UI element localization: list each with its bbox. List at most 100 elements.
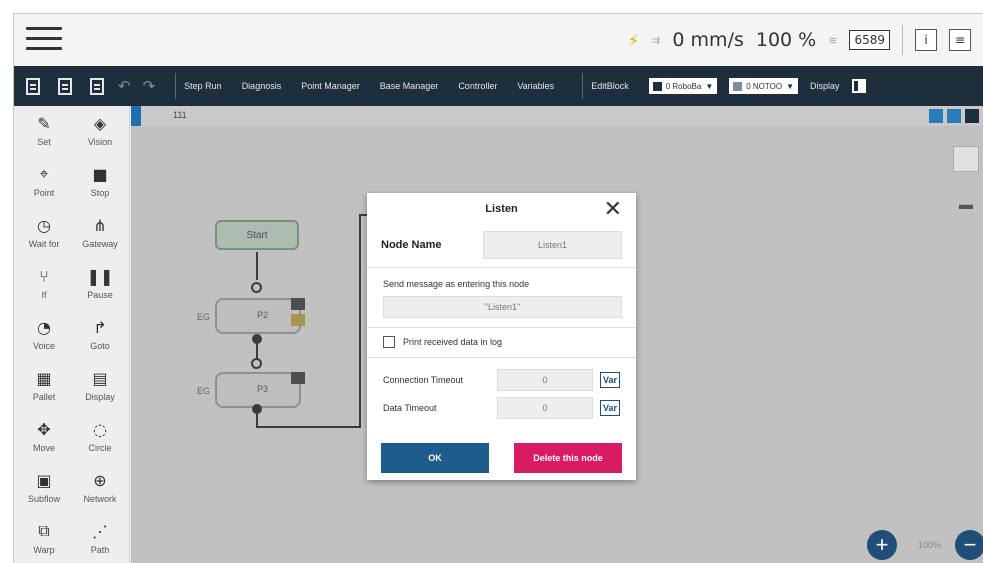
palette-item-move[interactable]: ✥ Move [20, 418, 68, 462]
robot-base-select[interactable]: 0 RoboBa ▼ [648, 78, 718, 94]
toolbar-diagnosis[interactable]: Diagnosis [242, 81, 282, 91]
undo-icon[interactable]: ↶ [118, 77, 131, 95]
signal-icon: ≋ [828, 33, 838, 47]
send-message-input[interactable]: "Listen1" [383, 296, 622, 318]
minimap-icon[interactable]: ▬ [953, 196, 979, 222]
panel-toggle-icon[interactable] [953, 146, 979, 172]
redo-icon[interactable]: ↷ [143, 77, 156, 95]
palette-item-stop[interactable]: ■ Stop [76, 163, 124, 207]
palette-item-label: Point [33, 188, 55, 198]
palette-item-point[interactable]: ⌖ Point [20, 163, 68, 207]
toolbar-controller[interactable]: Controller [458, 81, 497, 91]
palette-item-label: Wait for [28, 239, 60, 249]
vision-icon: ◈ [93, 113, 107, 133]
palette-item-label: If [41, 290, 47, 300]
palette-item-circle[interactable]: ◌ Circle [76, 418, 124, 462]
palette-item-display[interactable]: ▤ Display [76, 367, 124, 411]
toolbar-editblock[interactable]: EditBlock [591, 81, 629, 91]
palette-item-label: Circle [88, 443, 112, 453]
if-icon: ⑂ [39, 266, 49, 286]
tool-select[interactable]: 0 NOTOO ▼ [729, 78, 799, 94]
connection-timeout-label: Connection Timeout [383, 375, 464, 385]
delete-node-button[interactable]: Delete this node [514, 443, 622, 473]
dialog-divider [367, 267, 636, 268]
voice-icon: ◔ [37, 317, 51, 337]
speed-icon: ⇉ [651, 33, 661, 47]
palette-item-network[interactable]: ⊕ Network [76, 469, 124, 513]
connection-timeout-var-button[interactable]: Var [600, 372, 620, 388]
speed-percent: 100 % [755, 29, 817, 51]
status-bar: ⚡ ⇉ 0 mm/s 100 % ≋ 6589 i ≡ [14, 14, 983, 66]
save-file-icon[interactable] [86, 75, 108, 97]
ok-button[interactable]: OK [381, 443, 489, 473]
toolbar: ↶ ↷ Step Run Diagnosis Point Manager Bas… [14, 66, 983, 106]
palette-item-warp[interactable]: ⧉ Warp [20, 520, 68, 563]
palette-item-if[interactable]: ⑂ If [20, 265, 68, 309]
tab-controls [929, 109, 979, 123]
palette-item-label: Path [90, 545, 110, 555]
data-timeout-var-button[interactable]: Var [600, 400, 620, 416]
palette-item-label: Vision [87, 137, 113, 147]
chevron-down-icon: ▼ [786, 81, 795, 91]
toolbar-base-manager[interactable]: Base Manager [380, 81, 439, 91]
point-icon: ⌖ [39, 164, 49, 183]
robot-arm-icon: ⚡ [627, 30, 640, 50]
palette-item-pause[interactable]: ❚❚ Pause [76, 265, 124, 309]
node-name-input[interactable]: Listen1 [483, 231, 622, 259]
toolbar-divider [175, 73, 177, 99]
node-name-label: Node Name [381, 239, 442, 251]
zoom-out-icon[interactable]: − [955, 530, 983, 560]
toolbar-variables[interactable]: Variables [517, 81, 554, 91]
app-window: ⚡ ⇉ 0 mm/s 100 % ≋ 6589 i ≡ ↶ ↷ Step Run… [13, 13, 983, 563]
palette-item-label: Goto [90, 341, 110, 351]
palette-item-wait-for[interactable]: ◷ Wait for [20, 214, 68, 258]
clock-icon: ◷ [37, 215, 51, 235]
open-file-icon[interactable] [54, 75, 76, 97]
tool-icon [733, 81, 743, 91]
print-log-label: Print received data in log [403, 337, 503, 347]
connection-timeout-input[interactable]: 0 [497, 369, 593, 391]
toolbar-step-run[interactable]: Step Run [184, 81, 222, 91]
toolbar-point-manager[interactable]: Point Manager [301, 81, 360, 91]
palette-item-label: Pallet [32, 392, 56, 402]
dialog-divider [367, 327, 636, 328]
speed-readout: 0 mm/s [672, 29, 744, 51]
move-icon: ✥ [37, 419, 51, 439]
tab-next-icon[interactable] [947, 109, 961, 123]
palette-item-label: Move [32, 443, 55, 453]
palette-item-label: Stop [90, 188, 110, 198]
counter-box: 6589 [849, 30, 890, 50]
tab-menu-icon[interactable] [965, 109, 979, 123]
circle-icon: ◌ [93, 419, 107, 439]
tab-prev-icon[interactable] [929, 109, 943, 123]
close-icon[interactable]: ✕ [604, 197, 622, 222]
palette-item-label: Set [37, 137, 51, 147]
dialog-divider [367, 357, 636, 358]
palette-item-label: Voice [32, 341, 56, 351]
palette-item-set[interactable]: ✎ Set [20, 112, 68, 156]
toolbar-display[interactable]: Display [810, 81, 840, 91]
palette-item-label: Display [85, 392, 115, 402]
zoom-level: 100% [918, 540, 942, 550]
new-file-icon[interactable] [22, 75, 44, 97]
network-icon: ⊕ [93, 470, 107, 490]
toolbar-divider [582, 73, 584, 99]
palette-item-subflow[interactable]: ▣ Subflow [20, 469, 68, 513]
zoom-in-icon[interactable]: + [867, 530, 897, 560]
split-view-icon[interactable] [851, 79, 866, 93]
status-divider [902, 25, 903, 55]
palette-item-pallet[interactable]: ▦ Pallet [20, 367, 68, 411]
palette-item-goto[interactable]: ↱ Goto [76, 316, 124, 360]
data-timeout-input[interactable]: 0 [497, 397, 593, 419]
info-icon[interactable]: i [915, 29, 937, 51]
print-log-checkbox[interactable] [383, 336, 395, 348]
palette-item-label: Gateway [82, 239, 118, 249]
palette-item-path[interactable]: ⋰ Path [76, 520, 124, 563]
subflow-icon: ▣ [36, 470, 52, 490]
palette-item-vision[interactable]: ◈ Vision [76, 112, 124, 156]
flow-tab-label[interactable]: 111 [173, 110, 187, 120]
palette-item-voice[interactable]: ◔ Voice [20, 316, 68, 360]
hamburger-menu-icon[interactable] [26, 24, 62, 54]
log-icon[interactable]: ≡ [949, 29, 971, 51]
palette-item-gateway[interactable]: ⋔ Gateway [76, 214, 124, 258]
